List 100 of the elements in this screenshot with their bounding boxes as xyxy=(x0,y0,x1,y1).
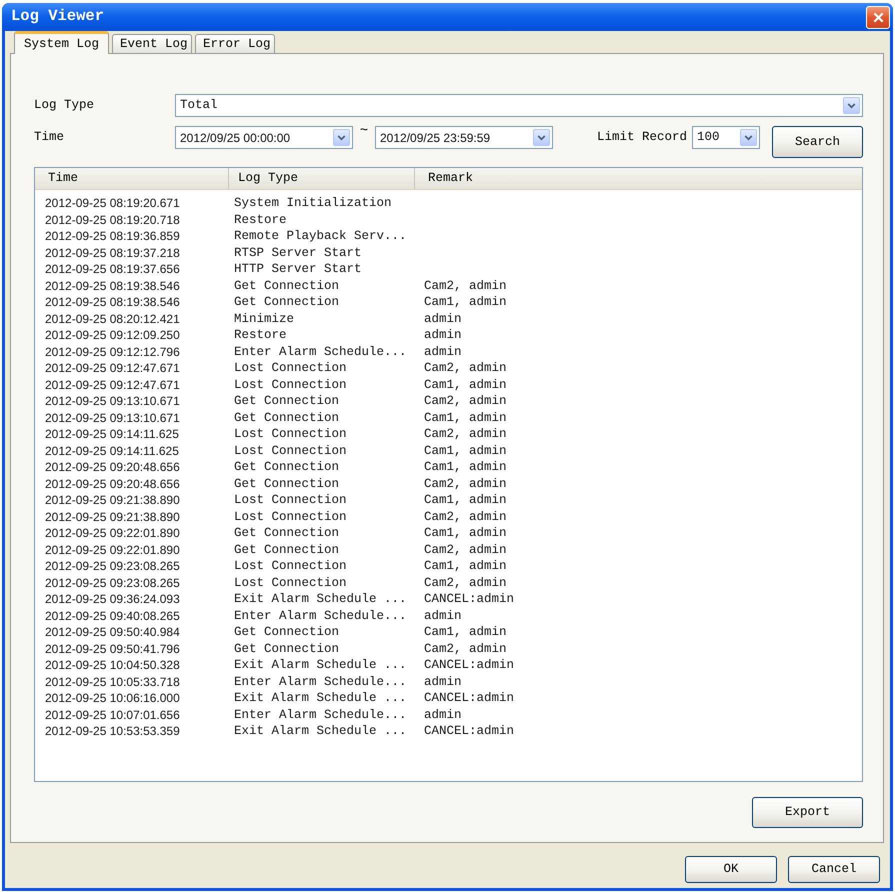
log-type-cell: Enter Alarm Schedule... xyxy=(234,346,407,358)
time-cell: 2012-09-25 10:06:16.000 xyxy=(45,692,180,704)
remark-cell: admin xyxy=(424,708,462,721)
log-type-cell: Get Connection xyxy=(234,527,340,540)
time-cell: 2012-09-25 09:21:38.890 xyxy=(45,510,180,523)
time-cell: 2012-09-25 08:19:38.546 xyxy=(45,296,180,308)
time-cell: 2012-09-25 09:20:48.656 xyxy=(45,461,180,474)
remark-cell: Cam2, admin xyxy=(424,544,507,556)
remark-cell: Cam1, admin xyxy=(424,461,507,474)
remark-cell: Cam2, admin xyxy=(424,478,507,490)
time-cell: 2012-09-25 09:22:01.890 xyxy=(45,527,180,540)
remark-cell: Cam1, admin xyxy=(424,378,507,391)
column-header[interactable]: Remark xyxy=(415,168,862,189)
time-cell: 2012-09-25 09:12:47.671 xyxy=(45,362,180,374)
dropdown-value: 2012/09/25 00:00:00 xyxy=(180,130,292,146)
dropdown-value: Total xyxy=(180,97,219,114)
log-type-cell: Lost Connection xyxy=(234,378,347,391)
remark-cell: Cam1, admin xyxy=(424,560,507,572)
remark-cell: Cam1, admin xyxy=(424,626,507,638)
remark-cell: Cam1, admin xyxy=(424,296,507,308)
chevron-down-icon xyxy=(744,134,753,140)
dropdown-value: 100 xyxy=(697,129,721,146)
time-cell: 2012-09-25 09:50:40.984 xyxy=(45,626,180,638)
log-type-cell: Get Connection xyxy=(234,626,340,638)
log-type-cell: Exit Alarm Schedule ... xyxy=(234,725,407,738)
log-type-cell: Enter Alarm Schedule... xyxy=(234,676,407,688)
log-type-cell: Lost Connection xyxy=(234,510,347,523)
time-cell: 2012-09-25 09:12:12.796 xyxy=(45,346,180,358)
log-type-cell: Lost Connection xyxy=(234,576,347,589)
chevron-down-icon xyxy=(847,102,856,108)
time-cell: 2012-09-25 09:23:08.265 xyxy=(45,576,180,589)
limit-dropdown[interactable]: 100 xyxy=(692,126,760,149)
time-cell: 2012-09-25 09:36:24.093 xyxy=(45,593,180,606)
log-type-cell: Get Connection xyxy=(234,544,340,556)
dropdown-button[interactable] xyxy=(843,97,860,114)
time-cell: 2012-09-25 08:19:36.859 xyxy=(45,230,180,242)
time-cell: 2012-09-25 10:07:01.656 xyxy=(45,708,180,721)
time-cell: 2012-09-25 09:20:48.656 xyxy=(45,478,180,490)
tab[interactable]: Error Log xyxy=(195,34,275,53)
dropdown-button[interactable] xyxy=(740,129,757,146)
log-type-cell: Get Connection xyxy=(234,395,340,408)
log-type-cell: Get Connection xyxy=(234,412,340,424)
dialog-button[interactable]: OK xyxy=(685,856,777,883)
time-cell: 2012-09-25 08:19:20.718 xyxy=(45,214,180,226)
end-time-dropdown[interactable]: 2012/09/25 23:59:59 xyxy=(375,126,553,149)
log-type-cell: Enter Alarm Schedule... xyxy=(234,610,407,622)
remark-cell: admin xyxy=(424,346,462,358)
log-type-dropdown[interactable]: Total xyxy=(175,94,863,117)
close-button[interactable] xyxy=(866,6,890,28)
log-type-cell: Minimize xyxy=(234,312,294,325)
remark-cell: admin xyxy=(424,610,462,622)
remark-cell: Cam2, admin xyxy=(424,428,507,440)
log-type-cell: Enter Alarm Schedule... xyxy=(234,708,407,721)
field-label: Time xyxy=(34,129,66,146)
log-type-cell: Restore xyxy=(234,214,287,226)
log-type-cell: Remote Playback Serv... xyxy=(234,230,407,242)
field-label: Limit Record xyxy=(596,129,687,146)
dialog-button[interactable]: Cancel xyxy=(788,856,880,883)
time-cell: 2012-09-25 09:21:38.890 xyxy=(45,494,180,506)
log-type-cell: Exit Alarm Schedule ... xyxy=(234,659,407,672)
time-cell: 2012-09-25 08:19:37.218 xyxy=(45,246,180,259)
remark-cell: CANCEL:admin xyxy=(424,692,514,704)
remark-cell: Cam2, admin xyxy=(424,576,507,589)
log-type-cell: Lost Connection xyxy=(234,560,347,572)
range-separator: ~ xyxy=(358,122,370,136)
tab[interactable]: System Log xyxy=(14,31,109,54)
log-type-cell: Exit Alarm Schedule ... xyxy=(234,593,407,606)
remark-cell: Cam1, admin xyxy=(424,527,507,540)
time-cell: 2012-09-25 09:23:08.265 xyxy=(45,560,180,572)
dropdown-button[interactable] xyxy=(333,129,350,146)
time-cell: 2012-09-25 10:04:50.328 xyxy=(45,659,180,672)
remark-cell: Cam2, admin xyxy=(424,395,507,408)
remark-cell: admin xyxy=(424,676,462,688)
chevron-down-icon xyxy=(537,134,546,140)
remark-cell: Cam2, admin xyxy=(424,642,507,655)
time-cell: 2012-09-25 09:12:47.671 xyxy=(45,378,180,391)
column-header[interactable]: Time xyxy=(35,168,229,189)
start-time-dropdown[interactable]: 2012/09/25 00:00:00 xyxy=(175,126,353,149)
time-cell: 2012-09-25 09:13:10.671 xyxy=(45,412,180,424)
log-type-cell: Get Connection xyxy=(234,296,340,308)
time-cell: 2012-09-25 09:12:09.250 xyxy=(45,329,180,342)
log-type-cell: Get Connection xyxy=(234,478,340,490)
remark-cell: admin xyxy=(424,312,462,325)
remark-cell: Cam2, admin xyxy=(424,362,507,374)
tab[interactable]: Event Log xyxy=(112,34,192,53)
time-cell: 2012-09-25 09:50:41.796 xyxy=(45,642,180,655)
log-type-cell: Lost Connection xyxy=(234,494,347,506)
field-label: Log Type xyxy=(34,97,96,114)
dropdown-button[interactable] xyxy=(533,129,550,146)
search-button[interactable]: Search xyxy=(772,126,863,158)
remark-cell: CANCEL:admin xyxy=(424,725,514,738)
remark-cell: Cam2, admin xyxy=(424,510,507,523)
close-icon xyxy=(872,12,884,22)
column-header[interactable]: Log Type xyxy=(229,168,415,189)
log-type-cell: HTTP Server Start xyxy=(234,263,362,276)
time-cell: 2012-09-25 09:40:08.265 xyxy=(45,610,180,622)
export-button[interactable]: Export xyxy=(752,797,863,828)
time-cell: 2012-09-25 09:14:11.625 xyxy=(45,428,179,440)
log-type-cell: Exit Alarm Schedule ... xyxy=(234,692,407,704)
log-type-cell: Get Connection xyxy=(234,642,340,655)
